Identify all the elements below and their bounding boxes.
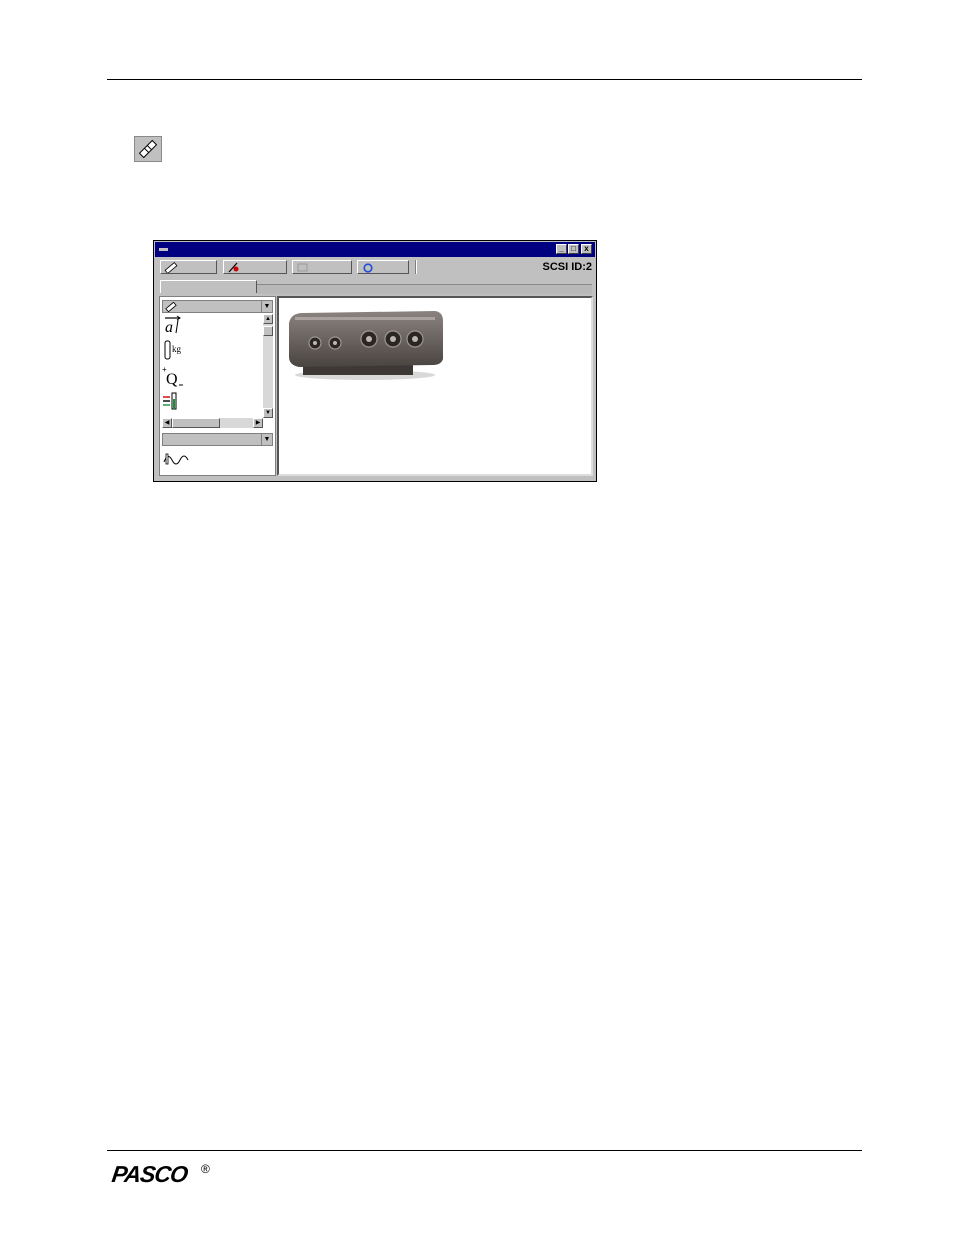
setup-button[interactable] [160,260,217,274]
sensor-list-pane: ▼ a kg + Q ▲ ▼ ◀ ▶ ▼ [159,296,276,476]
chevron-down-icon[interactable]: ▼ [261,434,272,445]
tab-strip [257,284,592,294]
temperature-sensor-icon[interactable] [162,391,184,418]
monitor-icon [297,263,308,272]
maximize-button[interactable]: □ [568,244,579,254]
pasco-logo: PASCO [110,1161,189,1188]
experiment-setup-window: _ □ x SCSI ID:2 ▼ a kg + Q ▲ ▼ ◀ ▶ ▼ [153,240,597,482]
acceleration-sensor-icon[interactable]: a [162,315,184,340]
svg-text:Q: Q [166,371,178,388]
sensor-category-icon [165,302,177,312]
svg-text:a: a [165,319,173,335]
interface-display-pane [277,296,593,476]
science-workshop-interface-image [289,311,443,380]
sensor-list-vertical-scrollbar[interactable]: ▲ ▼ [263,314,273,418]
monitor-button[interactable] [292,260,352,274]
setup-icon [164,262,178,273]
footer-rule [107,1150,862,1151]
refresh-icon [363,263,373,273]
charge-sensor-icon[interactable]: + Q [162,365,188,393]
refresh-button[interactable] [357,260,409,274]
close-button[interactable]: x [581,244,592,254]
instrument-category-select[interactable]: ▼ [162,433,273,446]
vertical-scroll-thumb[interactable] [263,326,273,336]
svg-text:kg: kg [172,344,182,354]
tab-interface[interactable] [160,280,257,293]
chevron-down-icon[interactable]: ▼ [261,301,272,312]
horizontal-scroll-thumb[interactable] [172,418,220,428]
scroll-left-icon[interactable]: ◀ [162,418,172,428]
scsi-id-label: SCSI ID:2 [542,261,592,273]
record-icon [228,262,239,273]
toolbar: SCSI ID:2 [155,258,595,277]
scroll-up-icon[interactable]: ▲ [263,314,273,324]
minimize-button[interactable]: _ [556,244,567,254]
window-title-bar[interactable]: _ □ x [155,242,595,257]
sensor-category-select[interactable]: ▼ [162,300,273,313]
record-button[interactable] [223,260,287,274]
experiment-setup-icon [134,136,162,162]
toolbar-separator [415,260,417,274]
system-menu-icon[interactable] [159,248,168,251]
registered-mark: ® [201,1162,210,1176]
sensor-list-horizontal-scrollbar[interactable]: ◀ ▶ [162,418,263,428]
tab-row [155,278,595,295]
pasco-logo-text: PASCO [110,1161,189,1187]
function-generator-icon[interactable] [162,450,190,475]
scroll-right-icon[interactable]: ▶ [253,418,263,428]
scroll-down-icon[interactable]: ▼ [263,408,273,418]
header-rule [107,79,862,80]
force-sensor-icon[interactable]: kg [162,340,188,367]
